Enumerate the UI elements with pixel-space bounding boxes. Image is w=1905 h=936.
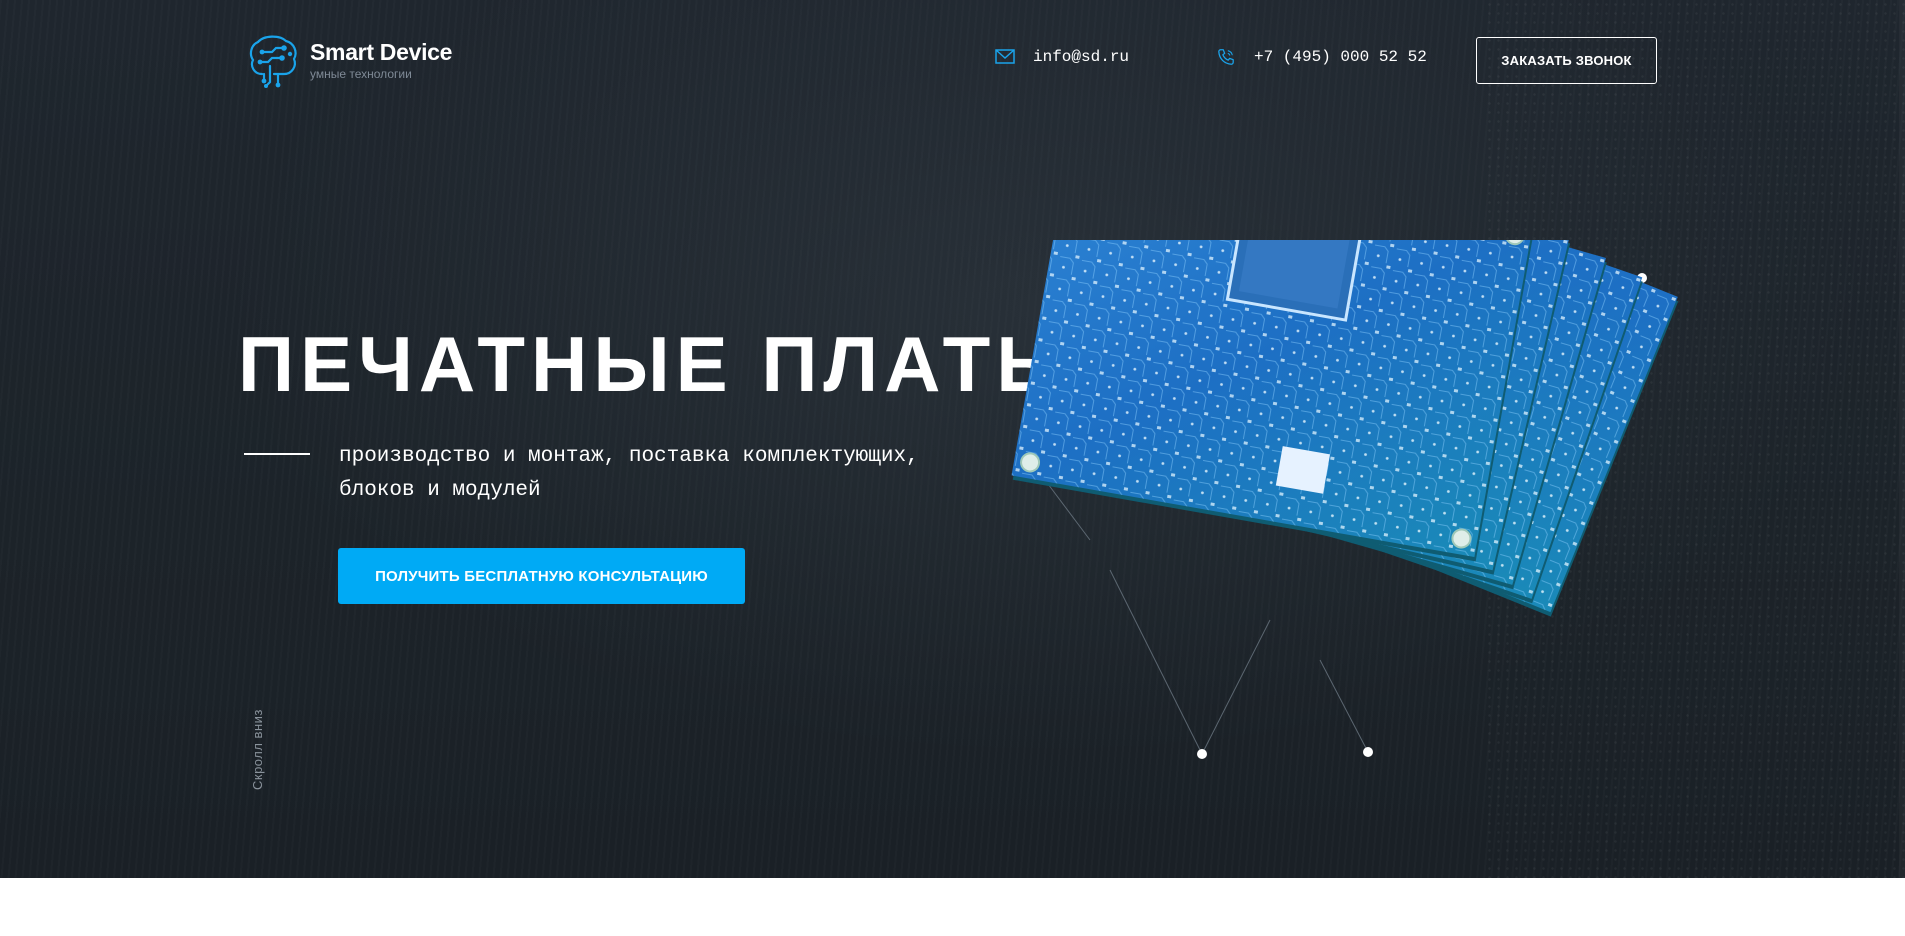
logo-name: Smart Device bbox=[310, 39, 453, 65]
brain-circuit-icon bbox=[249, 35, 297, 88]
pcb-boards-illustration bbox=[1011, 240, 1679, 759]
free-consultation-button[interactable]: ПОЛУЧИТЬ БЕСПЛАТНУЮ КОНСУЛЬТАЦИЮ bbox=[338, 548, 745, 604]
email-link[interactable]: info@sd.ru bbox=[1033, 48, 1129, 66]
page-scrollbar[interactable] bbox=[1899, 0, 1905, 878]
phone-contact[interactable]: +7 (495) 000 52 52 bbox=[1216, 48, 1427, 66]
email-contact[interactable]: info@sd.ru bbox=[995, 48, 1129, 66]
envelope-icon bbox=[995, 49, 1015, 64]
phone-icon bbox=[1218, 49, 1234, 65]
logo-tagline: умные технологии bbox=[310, 67, 412, 81]
logo[interactable]: Smart Device умные технологии bbox=[246, 32, 452, 88]
order-call-button[interactable]: ЗАКАЗАТЬ ЗВОНОК bbox=[1476, 37, 1657, 84]
hero-section: Smart Device умные технологии info@sd.ru… bbox=[0, 0, 1905, 878]
hero-subtitle: производство и монтаж, поставка комплект… bbox=[339, 445, 919, 502]
next-section-preview bbox=[0, 878, 1905, 936]
scroll-down-hint[interactable]: Скролл вниз bbox=[250, 698, 270, 790]
phone-link[interactable]: +7 (495) 000 52 52 bbox=[1254, 48, 1427, 66]
page-title: ПЕЧАТНЫЕ ПЛАТЫ bbox=[238, 320, 1079, 408]
subtitle-dash-divider bbox=[244, 453, 310, 455]
